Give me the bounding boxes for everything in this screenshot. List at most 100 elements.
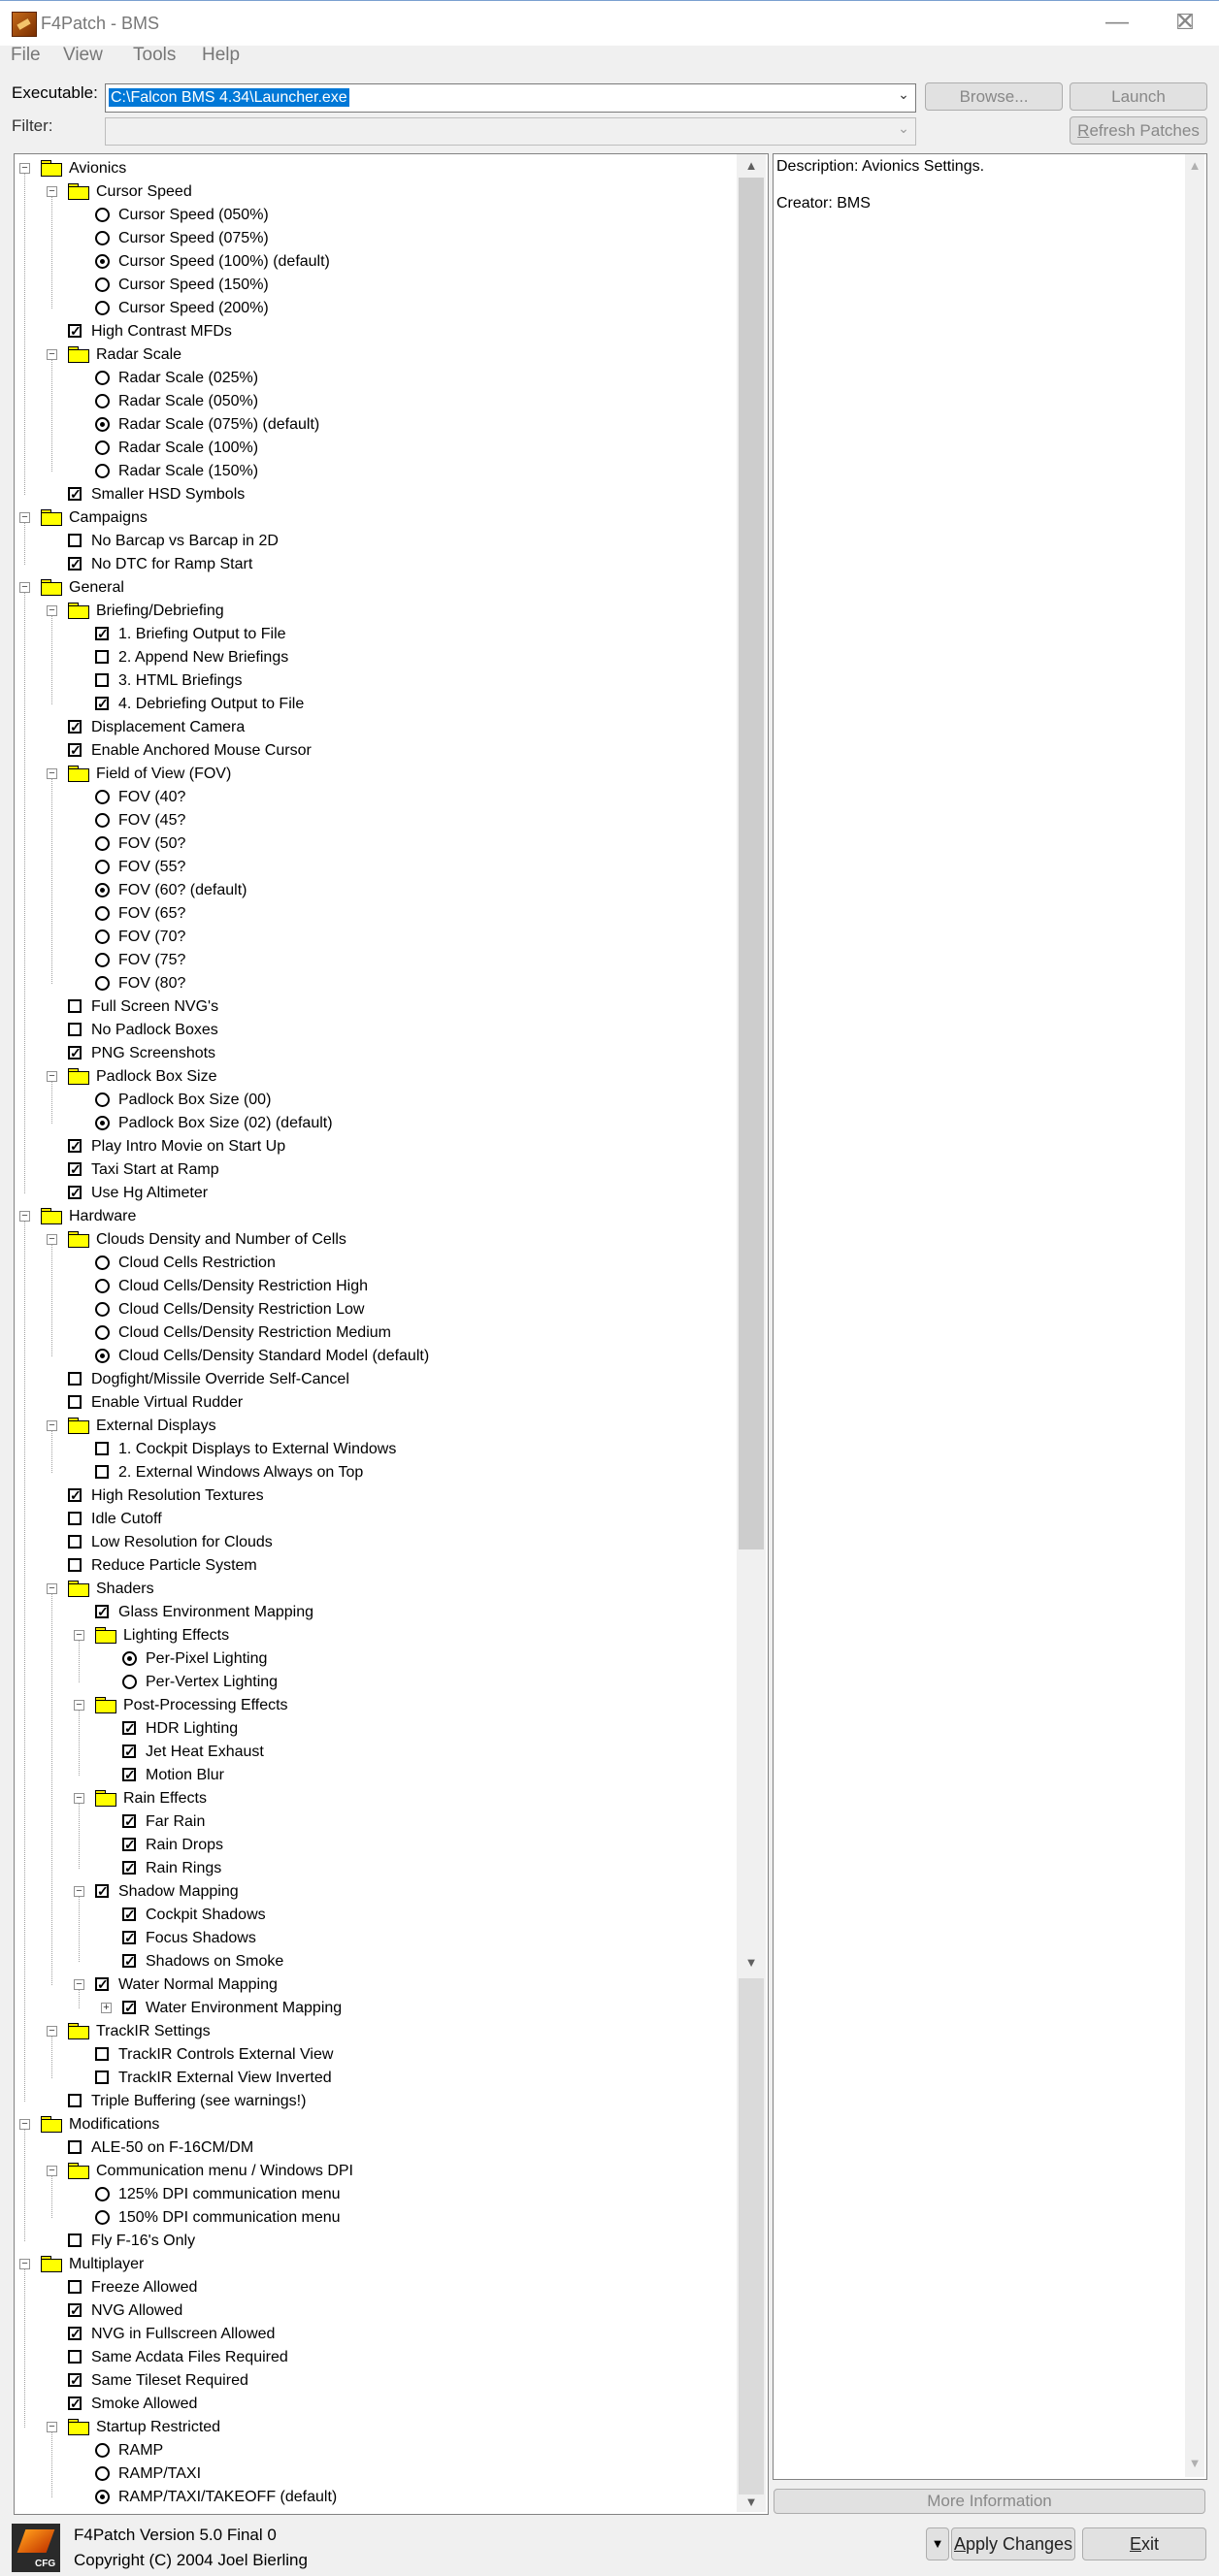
tree-item[interactable]: ✓ No DTC for Ramp Start: [15, 553, 733, 576]
patch-tree[interactable]: − Avionics − Cursor Speed Cursor Speed (050%…: [14, 153, 769, 2515]
tree-item[interactable]: FOV (40?: [15, 786, 733, 809]
radio-button[interactable]: [95, 2490, 110, 2504]
tree-item[interactable]: Idle Cutoff: [15, 1508, 733, 1531]
tree-item[interactable]: ✓ Rain Drops: [15, 1834, 733, 1857]
launch-button[interactable]: Launch: [1070, 82, 1207, 111]
tree-item[interactable]: − Cursor Speed: [15, 180, 733, 204]
checkbox[interactable]: [68, 2350, 82, 2364]
checkbox[interactable]: ✓: [95, 627, 109, 640]
collapse-icon[interactable]: −: [74, 1979, 84, 1990]
collapse-icon[interactable]: −: [74, 1793, 84, 1804]
tree-item[interactable]: − External Displays: [15, 1415, 733, 1438]
tree-item[interactable]: Triple Buffering (see warnings!): [15, 2090, 733, 2113]
tree-item[interactable]: + ✓ Water Environment Mapping: [15, 1997, 733, 2020]
tree-item[interactable]: Cursor Speed (100%) (default): [15, 250, 733, 274]
tree-item[interactable]: FOV (65?: [15, 902, 733, 926]
menu-view[interactable]: View: [63, 45, 103, 66]
exit-button[interactable]: Exit: [1082, 2527, 1206, 2560]
tree-item[interactable]: − Field of View (FOV): [15, 763, 733, 786]
tree-item[interactable]: ✓ Same Tileset Required: [15, 2369, 733, 2393]
tree-item[interactable]: Cursor Speed (200%): [15, 297, 733, 320]
tree-item[interactable]: − General: [15, 576, 733, 600]
tree-item[interactable]: FOV (45?: [15, 809, 733, 832]
checkbox[interactable]: ✓: [122, 1721, 136, 1735]
chevron-down-icon[interactable]: ⌄: [896, 86, 911, 106]
checkbox[interactable]: ✓: [68, 2327, 82, 2340]
collapse-icon[interactable]: −: [74, 1886, 84, 1897]
checkbox[interactable]: [68, 2280, 82, 2294]
checkbox[interactable]: ✓: [68, 720, 82, 734]
tree-item[interactable]: − Modifications: [15, 2113, 733, 2136]
checkbox[interactable]: [68, 1023, 82, 1036]
checkbox[interactable]: ✓: [68, 2397, 82, 2410]
checkbox[interactable]: ✓: [95, 1605, 109, 1618]
tree-item[interactable]: Radar Scale (100%): [15, 437, 733, 460]
radio-button[interactable]: [95, 277, 110, 292]
tree-item[interactable]: ✓ 4. Debriefing Output to File: [15, 693, 733, 716]
tree-item[interactable]: ✓ Glass Environment Mapping: [15, 1601, 733, 1624]
checkbox[interactable]: ✓: [122, 1861, 136, 1875]
tree-item[interactable]: FOV (80?: [15, 972, 733, 995]
tree-item[interactable]: − Clouds Density and Number of Cells: [15, 1228, 733, 1252]
checkbox[interactable]: [68, 1372, 82, 1386]
browse-button[interactable]: Browse...: [925, 82, 1063, 111]
tree-item[interactable]: Enable Virtual Rudder: [15, 1391, 733, 1415]
tree-item[interactable]: ✓ 1. Briefing Output to File: [15, 623, 733, 646]
tree-item[interactable]: ✓ PNG Screenshots: [15, 1042, 733, 1065]
menu-help[interactable]: Help: [202, 45, 240, 66]
checkbox[interactable]: ✓: [68, 1186, 82, 1199]
radio-button[interactable]: [95, 254, 110, 269]
tree-item[interactable]: − Shaders: [15, 1578, 733, 1601]
checkbox[interactable]: [68, 534, 82, 547]
close-button[interactable]: ✕: [1151, 1, 1219, 46]
radio-button[interactable]: [95, 1255, 110, 1270]
checkbox[interactable]: ✓: [122, 1814, 136, 1828]
filter-combobox[interactable]: ⌄: [105, 117, 916, 146]
tree-item[interactable]: − Startup Restricted: [15, 2416, 733, 2439]
checkbox[interactable]: ✓: [68, 2373, 82, 2387]
tree-item[interactable]: Same Acdata Files Required: [15, 2346, 733, 2369]
tree-item[interactable]: Padlock Box Size (00): [15, 1089, 733, 1112]
tree-item[interactable]: FOV (50?: [15, 832, 733, 856]
tree-item[interactable]: ✓ Taxi Start at Ramp: [15, 1158, 733, 1182]
tree-item[interactable]: − Hardware: [15, 1205, 733, 1228]
radio-button[interactable]: [95, 883, 110, 897]
radio-button[interactable]: [95, 1092, 110, 1107]
checkbox[interactable]: [95, 2071, 109, 2084]
collapse-icon[interactable]: −: [19, 163, 30, 174]
checkbox[interactable]: ✓: [122, 1745, 136, 1758]
tree-item[interactable]: Per-Pixel Lighting: [15, 1647, 733, 1671]
minimize-button[interactable]: —: [1083, 1, 1151, 46]
collapse-icon[interactable]: −: [19, 2119, 30, 2130]
collapse-icon[interactable]: −: [19, 512, 30, 523]
tree-item[interactable]: No Padlock Boxes: [15, 1019, 733, 1042]
tree-item[interactable]: Cloud Cells/Density Standard Model (defa…: [15, 1345, 733, 1368]
tree-item[interactable]: TrackIR Controls External View: [15, 2043, 733, 2067]
collapse-icon[interactable]: −: [19, 2259, 30, 2269]
scroll-down-icon[interactable]: ▼: [1185, 2456, 1204, 2473]
radio-button[interactable]: [95, 208, 110, 222]
tree-item[interactable]: − Rain Effects: [15, 1787, 733, 1810]
radio-button[interactable]: [95, 906, 110, 921]
checkbox[interactable]: [68, 2234, 82, 2247]
checkbox[interactable]: ✓: [122, 1908, 136, 1921]
collapse-icon[interactable]: −: [47, 1420, 57, 1431]
executable-combobox[interactable]: C:\Falcon BMS 4.34\Launcher.exe ⌄: [105, 83, 916, 113]
checkbox[interactable]: [68, 2140, 82, 2154]
tree-item[interactable]: − Multiplayer: [15, 2253, 733, 2276]
collapse-icon[interactable]: −: [47, 2166, 57, 2176]
tree-item[interactable]: Cloud Cells/Density Restriction High: [15, 1275, 733, 1298]
radio-button[interactable]: [95, 1279, 110, 1293]
radio-button[interactable]: [95, 1302, 110, 1317]
refresh-patches-button[interactable]: Refresh Patches: [1070, 116, 1207, 145]
radio-button[interactable]: [95, 2443, 110, 2458]
tree-item[interactable]: Dogfight/Missile Override Self-Cancel: [15, 1368, 733, 1391]
description-scrollbar[interactable]: ▲ ▼: [1185, 154, 1204, 2477]
tree-item[interactable]: FOV (70?: [15, 926, 733, 949]
radio-button[interactable]: [95, 417, 110, 432]
checkbox[interactable]: ✓: [122, 1838, 136, 1851]
tree-scroll-track-lower[interactable]: [739, 1978, 764, 2494]
checkbox[interactable]: ✓: [68, 324, 82, 338]
tree-item[interactable]: No Barcap vs Barcap in 2D: [15, 530, 733, 553]
radio-button[interactable]: [95, 2466, 110, 2481]
